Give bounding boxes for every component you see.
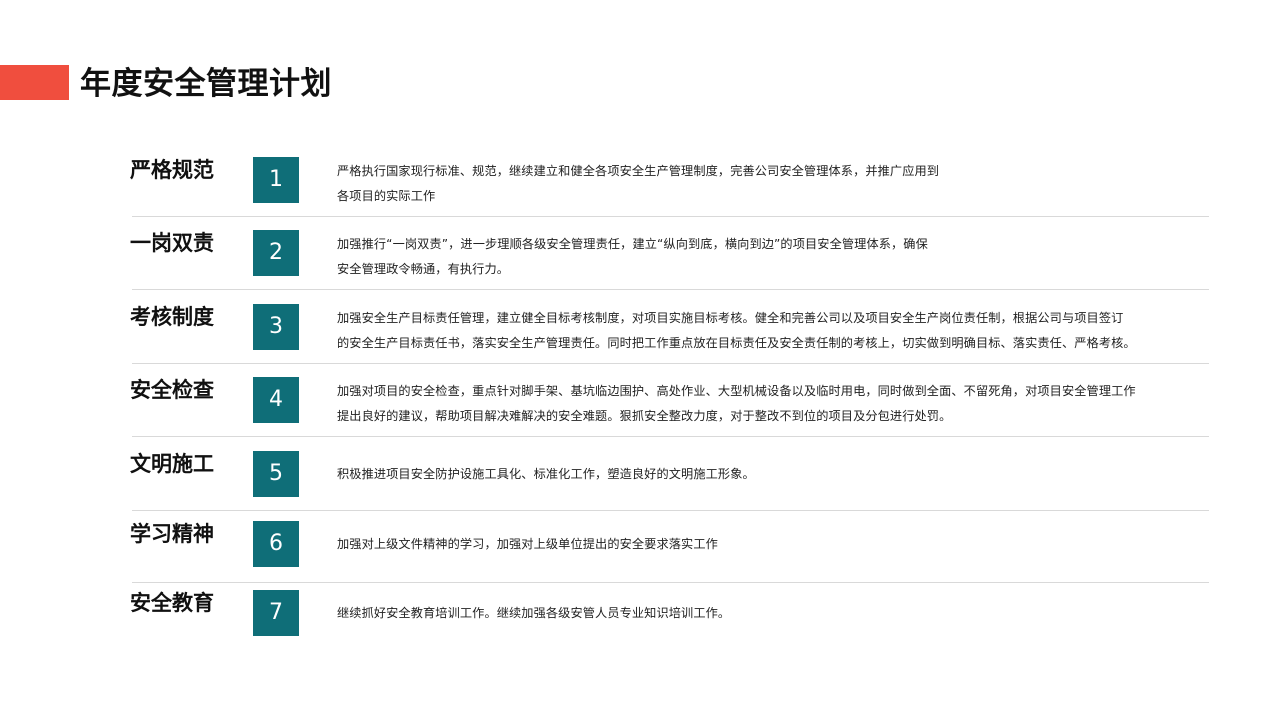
row-divider [132, 289, 1209, 290]
plan-item-heading: 一岗双责 [130, 231, 214, 255]
plan-item-number: 5 [253, 451, 299, 497]
plan-item-number: 6 [253, 521, 299, 567]
plan-item-5: 文明施工 5 积极推进项目安全防护设施工具化、标准化工作，塑造良好的文明施工形象… [0, 450, 1280, 524]
plan-item-2: 一岗双责 2 加强推行“一岗双责”，进一步理顺各级安全管理责任，建立“纵向到底，… [0, 229, 1280, 303]
description-line: 加强对项目的安全检查，重点针对脚手架、基坑临边围护、高处作业、大型机械设备以及临… [337, 384, 1136, 398]
description-line: 积极推进项目安全防护设施工具化、标准化工作，塑造良好的文明施工形象。 [337, 467, 755, 481]
plan-item-description: 严格执行国家现行标准、规范，继续建立和健全各项安全生产管理制度，完善公司安全管理… [337, 159, 1207, 209]
plan-item-number: 2 [253, 230, 299, 276]
plan-item-heading: 安全检查 [130, 378, 214, 402]
description-line: 各项目的实际工作 [337, 189, 436, 203]
plan-item-heading: 严格规范 [130, 158, 214, 182]
plan-list: 严格规范 1 严格执行国家现行标准、规范，继续建立和健全各项安全生产管理制度，完… [0, 0, 1280, 720]
description-line: 安全管理政令畅通，有执行力。 [337, 262, 510, 276]
plan-item-description: 加强对上级文件精神的学习，加强对上级单位提出的安全要求落实工作 [337, 532, 1207, 557]
description-line: 的安全生产目标责任书，落实安全生产管理责任。同时把工作重点放在目标责任及安全责任… [337, 336, 1136, 350]
plan-item-heading: 考核制度 [130, 305, 214, 329]
plan-item-number: 1 [253, 157, 299, 203]
description-line: 提出良好的建议，帮助项目解决难解决的安全难题。狠抓安全整改力度，对于整改不到位的… [337, 409, 952, 423]
plan-item-description: 积极推进项目安全防护设施工具化、标准化工作，塑造良好的文明施工形象。 [337, 462, 1207, 487]
plan-item-1: 严格规范 1 严格执行国家现行标准、规范，继续建立和健全各项安全生产管理制度，完… [0, 156, 1280, 230]
row-divider [132, 582, 1209, 583]
description-line: 加强对上级文件精神的学习，加强对上级单位提出的安全要求落实工作 [337, 537, 718, 551]
plan-item-description: 继续抓好安全教育培训工作。继续加强各级安管人员专业知识培训工作。 [337, 601, 1207, 626]
plan-item-4: 安全检查 4 加强对项目的安全检查，重点针对脚手架、基坑临边围护、高处作业、大型… [0, 376, 1280, 450]
row-divider [132, 436, 1209, 437]
plan-item-heading: 文明施工 [130, 452, 214, 476]
plan-item-number: 4 [253, 377, 299, 423]
row-divider [132, 510, 1209, 511]
description-line: 加强安全生产目标责任管理，建立健全目标考核制度，对项目实施目标考核。健全和完善公… [337, 311, 1124, 325]
plan-item-3: 考核制度 3 加强安全生产目标责任管理，建立健全目标考核制度，对项目实施目标考核… [0, 303, 1280, 377]
row-divider [132, 363, 1209, 364]
description-line: 加强推行“一岗双责”，进一步理顺各级安全管理责任，建立“纵向到底，横向到边”的项… [337, 237, 928, 251]
plan-item-6: 学习精神 6 加强对上级文件精神的学习，加强对上级单位提出的安全要求落实工作 [0, 520, 1280, 594]
description-line: 严格执行国家现行标准、规范，继续建立和健全各项安全生产管理制度，完善公司安全管理… [337, 164, 940, 178]
plan-item-7: 安全教育 7 继续抓好安全教育培训工作。继续加强各级安管人员专业知识培训工作。 [0, 589, 1280, 663]
row-divider [132, 216, 1209, 217]
description-line: 继续抓好安全教育培训工作。继续加强各级安管人员专业知识培训工作。 [337, 606, 731, 620]
plan-item-heading: 安全教育 [130, 591, 214, 615]
plan-item-number: 7 [253, 590, 299, 636]
plan-item-description: 加强推行“一岗双责”，进一步理顺各级安全管理责任，建立“纵向到底，横向到边”的项… [337, 232, 1207, 282]
plan-item-description: 加强对项目的安全检查，重点针对脚手架、基坑临边围护、高处作业、大型机械设备以及临… [337, 379, 1207, 429]
plan-item-description: 加强安全生产目标责任管理，建立健全目标考核制度，对项目实施目标考核。健全和完善公… [337, 306, 1207, 356]
plan-item-number: 3 [253, 304, 299, 350]
plan-item-heading: 学习精神 [130, 522, 214, 546]
